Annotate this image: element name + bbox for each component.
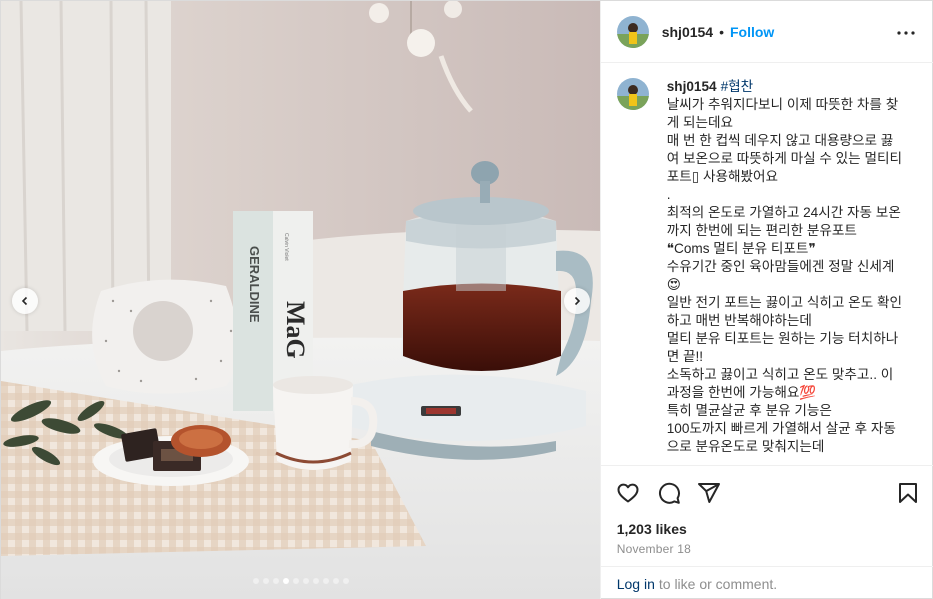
header-separator: • xyxy=(719,23,724,40)
book-spine-2-text: MaG xyxy=(281,301,310,359)
heart-icon xyxy=(617,483,639,503)
carousel-dot xyxy=(323,578,329,584)
avatar-image xyxy=(616,15,649,48)
likes-count[interactable]: 1,203 likes xyxy=(617,521,687,537)
carousel-dot xyxy=(273,578,279,584)
login-prompt-text: to like or comment. xyxy=(658,575,778,592)
caption-text: shj0154 #협찬 날씨가 추워지다보니 이제 따뜻한 차를 찾게 되는데요 … xyxy=(667,78,903,464)
carousel-next-button[interactable] xyxy=(564,288,590,314)
avatar[interactable] xyxy=(616,15,649,48)
share-button[interactable] xyxy=(696,480,722,506)
caption-line: . xyxy=(666,187,671,202)
carousel-dot xyxy=(253,578,259,584)
carousel-dot xyxy=(313,578,319,584)
save-button[interactable] xyxy=(895,480,921,506)
header-username[interactable]: shj0154 xyxy=(662,24,713,40)
comment-icon xyxy=(658,482,680,504)
caption-line: 수유기간 중인 육아맘들에겐 정말 신세계😍 xyxy=(666,259,895,292)
avatar-image xyxy=(616,78,649,110)
action-bar xyxy=(600,465,933,517)
carousel-dot xyxy=(293,578,299,584)
book-small-text: Calvin Violet xyxy=(283,233,289,261)
send-icon xyxy=(697,483,720,503)
caption-line: 100도까지 빠르게 가열해서 살균 후 자동으로 분유온도로 맞춰지는데 xyxy=(666,421,896,454)
carousel-dot xyxy=(333,578,339,584)
caption-line: 특히 멸균살균 후 분유 기능은 xyxy=(666,403,832,418)
caption-line: 매 번 한 컵씩 데우지 않고 대용량으로 끓여 보온으로 따뜻하게 마실 수 … xyxy=(666,133,902,184)
post-date[interactable]: November 18 xyxy=(617,542,691,556)
more-horizontal-icon xyxy=(897,31,915,35)
post-header: shj0154 • Follow xyxy=(600,1,933,63)
carousel-dot xyxy=(263,578,269,584)
chevron-left-icon xyxy=(21,296,28,306)
post-image: GERALDINE MaG Calvin Violet xyxy=(1,1,600,599)
book-spine-1-text: GERALDINE xyxy=(247,246,262,323)
caption-line: 소독하고 끓이고 식히고 온도 맞추고.. 이 과정을 한번에 가능해요💯 xyxy=(666,367,894,400)
login-link[interactable]: Log in xyxy=(617,576,655,592)
like-button[interactable] xyxy=(615,480,641,506)
caption-avatar[interactable] xyxy=(616,78,649,110)
caption-line: 멀티 분유 티포트는 원하는 기능 터치하나면 끝!! xyxy=(666,331,899,364)
instagram-post: GERALDINE MaG Calvin Violet shj0154 • Fo… xyxy=(0,0,933,599)
post-sidebar: shj0154 • Follow shj0154 #협찬 날씨가 추워지다보니 … xyxy=(599,1,933,599)
chevron-right-icon xyxy=(574,296,581,306)
post-photo: GERALDINE MaG Calvin Violet xyxy=(1,1,600,599)
follow-button[interactable]: Follow xyxy=(730,24,774,40)
carousel-dot xyxy=(343,578,349,584)
caption-line: 날씨가 추워지다보니 이제 따뜻한 차를 찾게 되는데요 xyxy=(666,97,899,130)
carousel-dot xyxy=(303,578,309,584)
login-prompt: Log in to like or comment. xyxy=(600,566,933,599)
bookmark-icon xyxy=(898,483,917,503)
caption-line: 일반 전기 포트는 끓이고 식히고 온도 확인하고 매번 반복해야하는데 xyxy=(666,295,902,328)
caption-line: 최적의 온도로 가열하고 24시간 자동 보온까지 한번에 되는 편리한 분유포… xyxy=(666,205,901,238)
caption-area: shj0154 #협찬 날씨가 추워지다보니 이제 따뜻한 차를 찾게 되는데요 … xyxy=(601,64,933,464)
comment-button[interactable] xyxy=(656,480,682,506)
more-options-button[interactable] xyxy=(894,21,918,45)
caption-username[interactable]: shj0154 xyxy=(667,79,717,94)
carousel-indicator xyxy=(1,578,600,584)
carousel-prev-button[interactable] xyxy=(12,288,38,314)
caption-hashtag[interactable]: #협찬 xyxy=(721,79,754,94)
carousel-dot xyxy=(283,578,289,584)
caption-line: ❝Coms 멀티 분유 티포트❞ xyxy=(666,241,816,256)
